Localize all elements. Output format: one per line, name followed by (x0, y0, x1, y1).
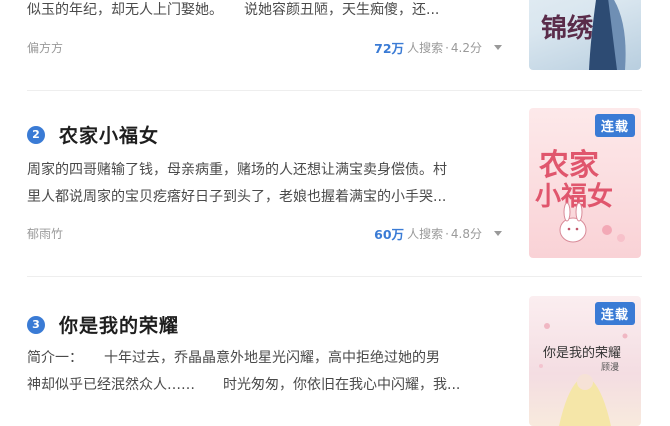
book-stats: 60万 人搜索 · 4.8分 (374, 224, 502, 243)
description-line: 里人都说周家的宝贝疙瘩好日子到头了，老娘也握着满宝的小手哭... (27, 189, 447, 205)
chevron-down-icon[interactable] (494, 45, 502, 50)
book-cover[interactable]: 锦绣 (529, 0, 641, 70)
book-description: 周家的四哥赌输了钱，母亲病重，赌场的人还想让满宝卖身偿债。村 里人都说周家的宝贝… (27, 157, 497, 211)
rank-badge: 3 (27, 315, 45, 334)
cover-illustration (559, 202, 625, 243)
cover-illustration (539, 323, 628, 426)
cover-title: 锦绣 (541, 14, 594, 44)
search-count-label: 人搜索 (407, 227, 444, 241)
description-line: 似玉的年纪，却无人上门娶她。 说她容颜丑陋，天生痴傻，还... (27, 2, 440, 18)
description-line: 周家的四哥赌输了钱，母亲病重，赌场的人还想让满宝卖身偿债。村 (27, 162, 447, 178)
description-line: 简介一： 十年过去，乔晶晶意外地星光闪耀，高中拒绝过她的男 (27, 350, 440, 366)
author-name: 郁雨竹 (27, 227, 64, 241)
divider (27, 90, 642, 91)
book-title[interactable]: 农家小福女 (59, 121, 159, 148)
search-count: 72万 (374, 41, 405, 56)
description-line: 神却似乎已经泯然众人…… 时光匆匆，你依旧在我心中闪耀，我... (27, 377, 461, 393)
rating-score: 4.2分 (450, 41, 482, 55)
book-title[interactable]: 你是我的荣耀 (59, 311, 179, 338)
book-stats: 72万 人搜索 · 4.2分 (374, 38, 502, 57)
book-description: 似玉的年纪，却无人上门娶她。 说她容颜丑陋，天生痴傻，还... (27, 0, 497, 24)
book-title-row[interactable]: 2 农家小福女 (27, 121, 159, 148)
rating-score: 4.8分 (450, 227, 482, 241)
rank-badge: 2 (27, 125, 45, 144)
chevron-down-icon[interactable] (494, 231, 502, 236)
book-cover[interactable]: 连载 农家 小福女 (529, 108, 641, 258)
book-meta: 郁雨竹 60万 人搜索 · 4.8分 (27, 223, 502, 243)
book-cover[interactable]: 连载 你是我的荣耀 顾漫 (529, 296, 641, 426)
book-meta: 偏方方 72万 人搜索 · 4.2分 (27, 37, 502, 57)
author-name: 偏方方 (27, 41, 64, 55)
book-title-row[interactable]: 3 你是我的荣耀 (27, 311, 179, 338)
search-count: 60万 (374, 227, 405, 242)
divider (27, 276, 642, 277)
book-description: 简介一： 十年过去，乔晶晶意外地星光闪耀，高中拒绝过她的男 神却似乎已经泯然众人… (27, 345, 497, 399)
separator-dot: · (445, 40, 449, 55)
search-count-label: 人搜索 (407, 41, 444, 55)
separator-dot: · (445, 226, 449, 241)
